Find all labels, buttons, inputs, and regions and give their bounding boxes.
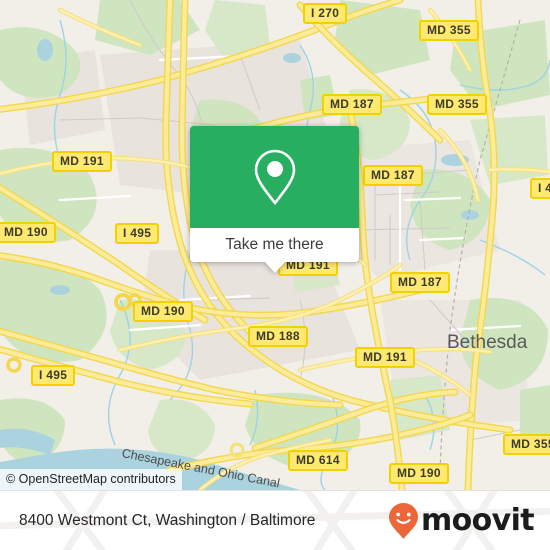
road-shield: MD 191: [355, 347, 415, 368]
road-shield: I 4: [530, 178, 550, 199]
road-shield: MD 188: [248, 326, 308, 347]
road-shield: MD 190: [133, 301, 193, 322]
road-shield: MD 187: [390, 272, 450, 293]
take-me-there-callout[interactable]: Take me there: [190, 126, 359, 273]
osm-attribution[interactable]: © OpenStreetMap contributors: [0, 469, 182, 490]
road-shield: MD 355: [427, 94, 487, 115]
road-shield: MD 187: [322, 94, 382, 115]
road-shield: MD 355: [419, 20, 479, 41]
road-shield: MD 191: [52, 151, 112, 172]
road-shield: I 495: [115, 223, 160, 244]
road-shield: MD 190: [389, 463, 449, 484]
address-text: 8400 Westmont Ct, Washington / Baltimore: [19, 511, 316, 529]
map-canvas[interactable]: .park { fill:#cfe5bf; } .park2 { fill:#d…: [0, 0, 550, 490]
callout-action-bar[interactable]: Take me there: [190, 228, 359, 273]
road-shield: I 495: [31, 365, 76, 386]
moovit-pin-icon: [388, 502, 418, 539]
road-shield: MD 614: [288, 450, 348, 471]
road-shield: MD 355: [503, 434, 550, 455]
road-shield: MD 190: [0, 222, 56, 243]
moovit-wordmark: moovit: [420, 502, 535, 538]
map-pin-icon: [254, 149, 295, 206]
moovit-logo[interactable]: moovit: [387, 502, 535, 540]
road-shield: MD 187: [363, 165, 423, 186]
footer-bar: 8400 Westmont Ct, Washington / Baltimore…: [0, 490, 550, 550]
city-label: Bethesda: [447, 332, 528, 353]
road-shield: I 270: [303, 3, 348, 24]
moovit-map-page: .park { fill:#cfe5bf; } .park2 { fill:#d…: [0, 0, 550, 550]
callout-pointer: [263, 261, 286, 273]
take-me-there-label: Take me there: [225, 236, 324, 253]
callout-icon-panel: [190, 126, 359, 228]
